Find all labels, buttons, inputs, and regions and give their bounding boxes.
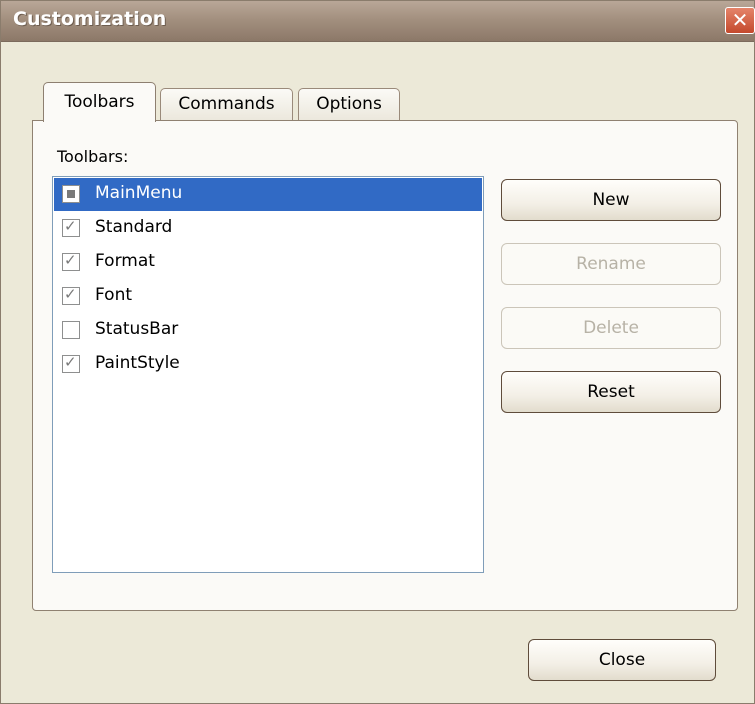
list-item[interactable]: StatusBar [54, 314, 482, 347]
check-icon: ✓ [64, 217, 77, 235]
tab-commands[interactable]: Commands [160, 88, 293, 120]
window-title: Customization [13, 8, 167, 30]
list-item[interactable]: ✓ Standard [54, 212, 482, 245]
list-item[interactable]: ✓ Font [54, 280, 482, 313]
list-item-label: StatusBar [95, 319, 179, 339]
list-item-label: Format [95, 251, 155, 271]
delete-button[interactable]: Delete [501, 307, 721, 349]
indeterminate-checkbox[interactable] [62, 185, 80, 203]
checkbox[interactable]: ✓ [62, 285, 80, 305]
checkbox[interactable]: ✓ [62, 353, 80, 373]
square-icon [67, 190, 75, 198]
check-icon: ✓ [64, 251, 77, 269]
title-bar[interactable]: Customization ✕ [1, 1, 755, 42]
list-item-label: MainMenu [95, 183, 183, 203]
check-icon: ✓ [64, 353, 77, 371]
list-item-label: Standard [95, 217, 173, 237]
toolbars-list-label: Toolbars: [57, 147, 129, 166]
list-item[interactable]: ✓ PaintStyle [54, 348, 482, 381]
checkbox[interactable]: ✓ [62, 251, 80, 271]
rename-button[interactable]: Rename [501, 243, 721, 285]
new-button[interactable]: New [501, 179, 721, 221]
customization-dialog: Customization ✕ Toolbars Commands Option… [0, 0, 755, 704]
tab-toolbars[interactable]: Toolbars [43, 82, 156, 122]
checkbox[interactable] [62, 321, 80, 339]
toolbars-listbox[interactable]: MainMenu ✓ Standard ✓ Format ✓ Font Stat… [52, 176, 484, 573]
list-item[interactable]: ✓ Format [54, 246, 482, 279]
close-button[interactable]: Close [528, 639, 716, 681]
toolbars-tab-panel: Toolbars: MainMenu ✓ Standard ✓ Format ✓… [32, 120, 738, 611]
tab-options[interactable]: Options [298, 88, 400, 120]
check-icon: ✓ [64, 285, 77, 303]
reset-button[interactable]: Reset [501, 371, 721, 413]
list-item-label: Font [95, 285, 133, 305]
checkbox[interactable]: ✓ [62, 217, 80, 237]
close-icon[interactable]: ✕ [725, 7, 755, 34]
list-item[interactable]: MainMenu [54, 178, 482, 211]
list-item-label: PaintStyle [95, 353, 180, 373]
